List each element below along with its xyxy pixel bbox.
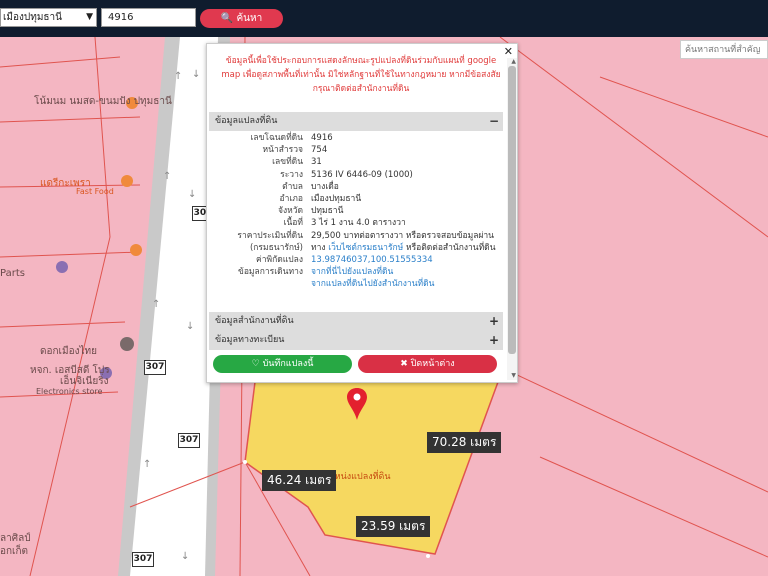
info-value: ทาง เว็บไซต์กรมธนารักษ์ หรือติดต่อสำนักง…	[311, 242, 503, 254]
chevron-down-icon: ▼	[86, 12, 93, 22]
info-row: หน้าสำรวจ 754	[209, 144, 503, 156]
info-label: เนื้อที่	[283, 218, 303, 229]
scroll-down-icon[interactable]: ▼	[511, 372, 516, 379]
directions-to-office-link[interactable]: จากแปลงที่ดินไปยังสำนักงานที่ดิน	[311, 278, 503, 290]
parcel-info-popup: ✕ ข้อมูลนี้เพื่อใช้ประกอบการแสดงลักษณะรู…	[206, 43, 518, 383]
save-parcel-button[interactable]: ♡ บันทึกแปลงนี้	[213, 355, 352, 373]
svg-text:↑: ↑	[152, 299, 160, 310]
scroll-up-icon[interactable]: ▲	[511, 58, 516, 65]
info-value: ปทุมธานี	[311, 206, 344, 217]
poi-label[interactable]: โน้มนม นมสด-ขนมปัง ปทุมธานี	[34, 94, 172, 109]
district-select[interactable]: เมืองปทุมธานี ▼	[0, 8, 97, 27]
svg-text:↓: ↓	[186, 321, 194, 332]
measurement-label: 23.59 เมตร	[356, 516, 431, 537]
parcel-info-table: เลขโฉนดที่ดิน 4916 หน้าสำรวจ 754 เลขที่ดิน…	[209, 132, 503, 290]
info-row: ค่าพิกัดแปลง 13.98746037,100.51555334	[209, 254, 503, 266]
section-registry[interactable]: ข้อมูลทางทะเบียน +	[209, 331, 503, 350]
info-row: เนื้อที่ 3 ไร่ 1 งาน 4.0 ตารางวา	[209, 217, 503, 229]
info-label: ข้อมูลการเดินทาง	[238, 267, 303, 278]
info-label: (กรมธนารักษ์)	[249, 242, 303, 253]
section-title: ข้อมูลแปลงที่ดิน	[215, 116, 278, 126]
info-label	[209, 278, 311, 290]
info-row: จากแปลงที่ดินไปยังสำนักงานที่ดิน	[209, 278, 503, 290]
info-label: เลขโฉนดที่ดิน	[250, 133, 303, 143]
svg-text:↑: ↑	[174, 71, 182, 82]
value-prefix: ทาง	[311, 242, 326, 253]
poi-label[interactable]: ดอกเมืองไทย	[40, 344, 97, 359]
poi-label: อกเก็ต	[0, 546, 29, 557]
value-suffix: หรือติดต่อสำนักงานที่ดิน	[405, 242, 496, 253]
info-row: ตำบล บางเดื่อ	[209, 181, 503, 193]
section-land-office[interactable]: ข้อมูลสำนักงานที่ดิน +	[209, 312, 503, 331]
info-label: อำเภอ	[279, 193, 304, 204]
search-icon: 🔍	[220, 13, 234, 24]
coordinates-link[interactable]: 13.98746037,100.51555334	[311, 254, 503, 266]
top-toolbar: เมืองปทุมธานี ▼ 🔍 ค้นหา	[0, 0, 768, 37]
info-row: ราคาประเมินที่ดิน 29,500 บาทต่อตารางวา หร…	[209, 230, 503, 242]
parcel-number-input[interactable]	[101, 8, 196, 27]
info-row: (กรมธนารักษ์) ทาง เว็บไซต์กรมธนารักษ์ หรื…	[209, 242, 503, 254]
district-select-value: เมืองปทุมธานี	[3, 12, 62, 23]
info-value: บางเดื่อ	[311, 181, 339, 192]
svg-text:↑: ↑	[143, 459, 151, 470]
expand-icon[interactable]: +	[489, 331, 499, 350]
info-label: ระวาง	[280, 169, 303, 180]
search-button[interactable]: 🔍 ค้นหา	[200, 9, 283, 28]
info-value: 29,500 บาทต่อตารางวา หรือตรวจสอบข้อมูลผ่…	[311, 230, 494, 241]
info-label: จังหวัด	[277, 206, 303, 217]
section-parcel-info[interactable]: ข้อมูลแปลงที่ดิน −	[209, 112, 503, 131]
info-value: เมืองปทุมธานี	[311, 193, 362, 204]
treasury-website-link[interactable]: เว็บไซต์กรมธนารักษ์	[328, 243, 403, 253]
info-value: 3 ไร่ 1 งาน 4.0 ตารางวา	[311, 218, 406, 229]
poi-label: Electronics store	[36, 387, 103, 396]
close-window-button[interactable]: ✖ ปิดหน้าต่าง	[358, 355, 497, 373]
section-title: ข้อมูลสำนักงานที่ดิน	[215, 316, 294, 326]
info-row: เลขที่ดิน 31	[209, 156, 503, 168]
info-value: 4916	[311, 133, 333, 143]
poi-label: Fast Food	[76, 187, 114, 196]
info-row: อำเภอ เมืองปทุมธานี	[209, 193, 503, 205]
save-parcel-label: บันทึกแปลงนี้	[262, 359, 314, 369]
heart-icon: ♡	[251, 359, 260, 369]
info-label: หน้าสำรวจ	[262, 145, 303, 156]
close-window-label: ปิดหน้าต่าง	[410, 359, 455, 369]
directions-to-parcel-link[interactable]: จากที่นี่ไปยังแปลงที่ดิน	[311, 266, 503, 278]
info-label: เลขที่ดิน	[272, 157, 303, 168]
svg-text:↑: ↑	[163, 171, 171, 182]
search-button-label: ค้นหา	[236, 13, 263, 24]
expand-icon[interactable]: +	[489, 312, 499, 331]
road-shield: 307	[132, 552, 154, 567]
measurement-label: 70.28 เมตร	[427, 432, 502, 453]
info-value: 31	[311, 157, 322, 168]
info-row: จังหวัด ปทุมธานี	[209, 205, 503, 217]
svg-text:↓: ↓	[188, 189, 196, 200]
svg-text:↓: ↓	[181, 551, 189, 562]
info-row: เลขโฉนดที่ดิน 4916	[209, 132, 503, 144]
road-shield: 307	[144, 360, 166, 375]
info-label: ค่าพิกัดแปลง	[256, 254, 303, 265]
info-row: ระวาง 5136 IV 6446-09 (1000)	[209, 169, 503, 181]
info-label: ราคาประเมินที่ดิน	[237, 230, 303, 241]
measurement-label: 46.24 เมตร	[262, 470, 337, 491]
poi-label[interactable]: Parts	[0, 268, 25, 279]
collapse-icon[interactable]: −	[489, 112, 499, 131]
info-row: ข้อมูลการเดินทาง จากที่นี่ไปยังแปลงที่ดิน	[209, 266, 503, 278]
info-value: 5136 IV 6446-09 (1000)	[311, 169, 413, 180]
info-value: 754	[311, 145, 328, 156]
info-label: ตำบล	[282, 181, 303, 192]
disclaimer-notice: ข้อมูลนี้เพื่อใช้ประกอบการแสดงลักษณะรูปแ…	[221, 56, 501, 94]
landmark-search-input[interactable]	[680, 40, 768, 59]
section-title: ข้อมูลทางทะเบียน	[215, 335, 285, 345]
close-icon: ✖	[400, 359, 408, 369]
svg-text:↓: ↓	[192, 69, 200, 80]
road-shield: 307	[178, 433, 200, 448]
popup-scrollbar-thumb[interactable]	[508, 66, 516, 354]
